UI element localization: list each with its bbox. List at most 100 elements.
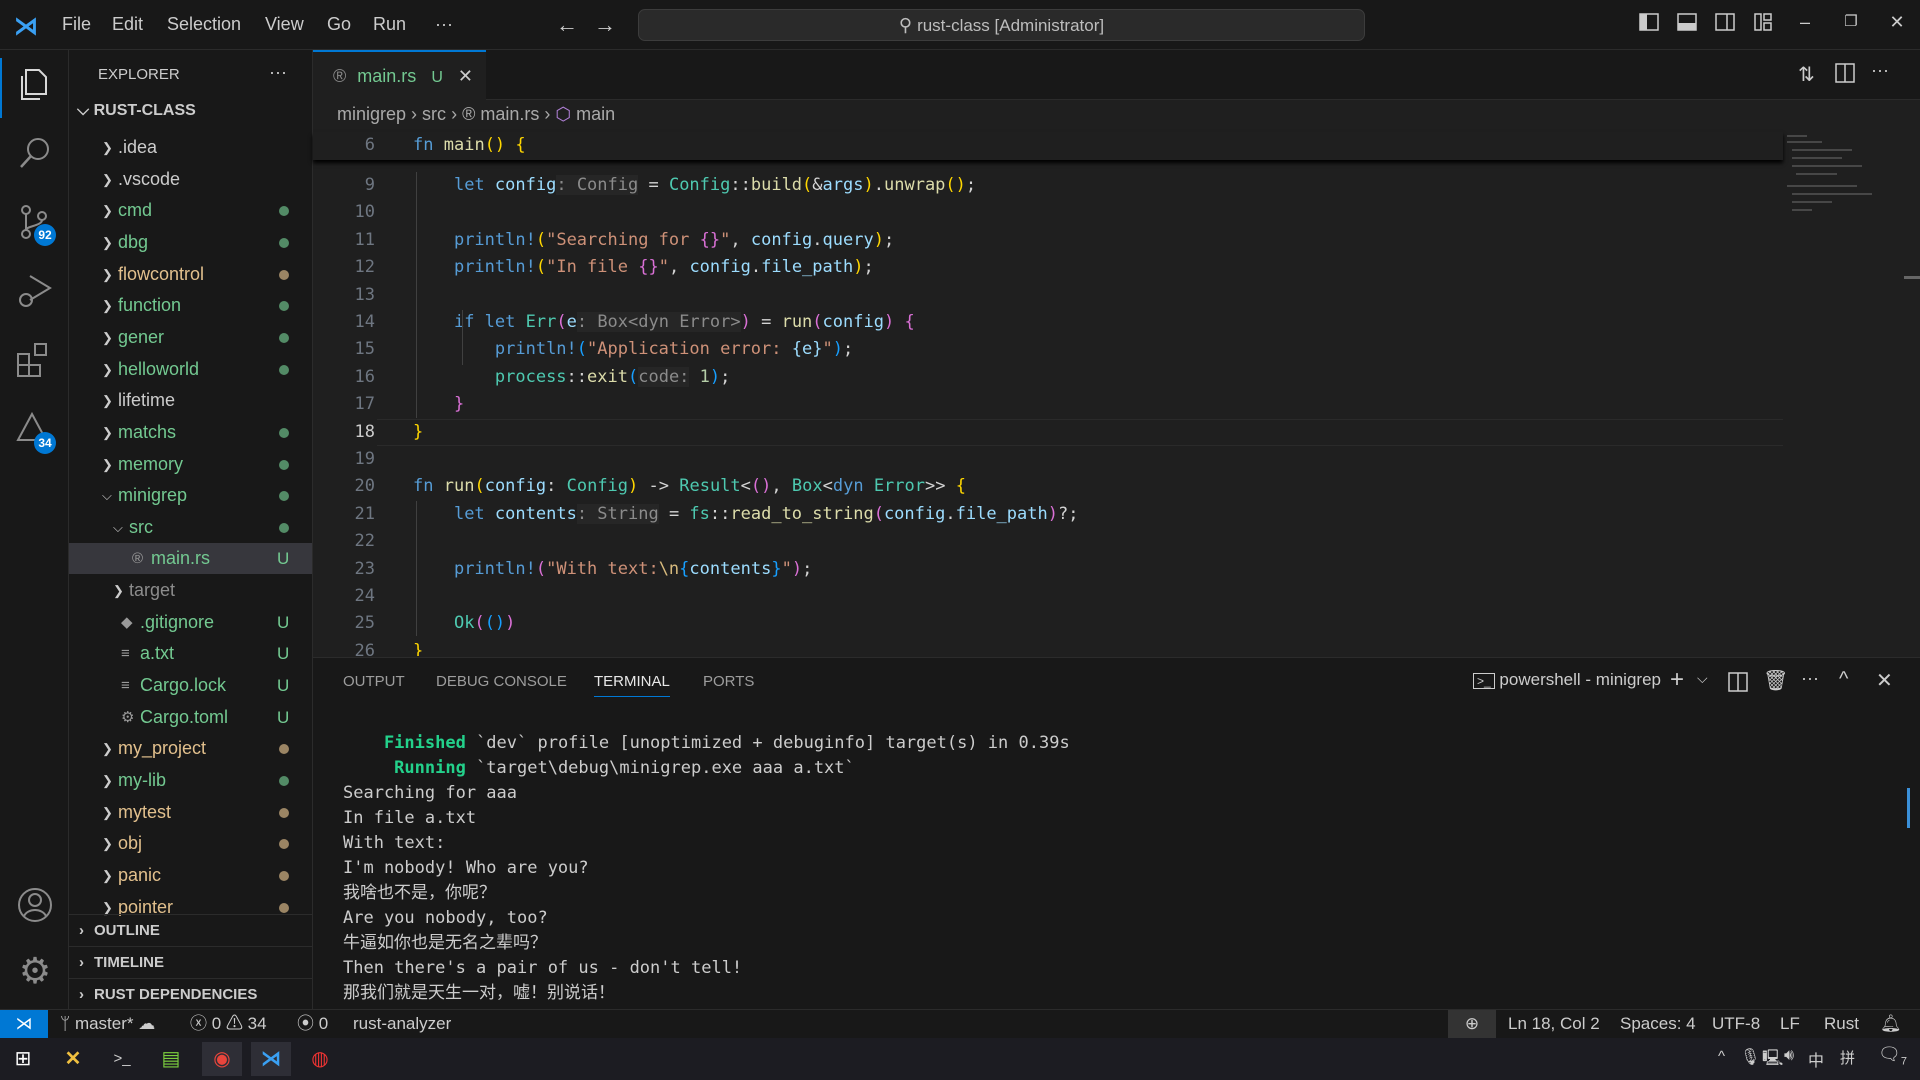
code-editor[interactable]: 9 let config: Config = Config::build(&ar… [313, 132, 1783, 656]
source-control-icon[interactable]: 92 [14, 202, 56, 246]
explorer-more-button[interactable]: ··· [269, 62, 287, 83]
tab-close-icon[interactable]: ✕ [458, 66, 473, 86]
tree-item-lifetime[interactable]: ❯ lifetime [69, 385, 312, 416]
branch-status[interactable]: ᛘ master* ☁ [60, 1010, 155, 1038]
minimap[interactable] [1782, 130, 1892, 230]
run-debug-icon[interactable] [14, 270, 56, 312]
menu-go[interactable]: Go [327, 14, 351, 35]
tree-item-gener[interactable]: ❯ gener [69, 322, 312, 353]
tray-overflow-icon[interactable]: ^ [1718, 1048, 1725, 1065]
tree-item-target[interactable]: ❯ target [69, 575, 312, 606]
tree-item-helloworld[interactable]: ❯ helloworld [69, 354, 312, 385]
maximize-panel-icon[interactable]: ^ [1839, 668, 1848, 691]
xmind-app-icon[interactable]: ✕ [53, 1042, 93, 1076]
toggle-primary-sidebar-icon[interactable] [1638, 12, 1660, 36]
open-changes-icon[interactable]: ⇅ [1798, 62, 1815, 87]
indentation[interactable]: Spaces: 4 [1620, 1010, 1696, 1038]
chrome-app-icon[interactable]: ◉ [202, 1042, 242, 1076]
end-of-line[interactable]: LF [1780, 1010, 1800, 1038]
tab-main-rs[interactable]: ® main.rs U ✕ [313, 50, 486, 100]
tree-item-dbg[interactable]: ❯ dbg [69, 227, 312, 258]
sticky-scroll-line[interactable]: 6 fn main() { [313, 132, 1783, 160]
tree-item--idea[interactable]: ❯ .idea [69, 132, 312, 163]
tree-item-cargo-toml[interactable]: ⚙ Cargo.toml U [69, 702, 312, 733]
menu-edit[interactable]: Edit [112, 14, 143, 35]
tree-item-a-txt[interactable]: ≡ a.txt U [69, 638, 312, 669]
customize-layout-icon[interactable] [1752, 12, 1774, 36]
toggle-panel-icon[interactable] [1676, 12, 1698, 36]
tree-item-cmd[interactable]: ❯ cmd [69, 195, 312, 226]
remote-indicator-icon[interactable]: ⋊ [0, 1010, 48, 1038]
search-icon[interactable] [14, 132, 56, 174]
obs-recording-icon[interactable]: ◍ [300, 1042, 340, 1076]
account-icon[interactable] [14, 884, 56, 926]
tree-item-main-rs[interactable]: ® main.rs U [69, 543, 312, 575]
tab-output[interactable]: OUTPUT [343, 673, 405, 690]
minimize-icon[interactable]: – [1794, 12, 1816, 36]
notepad-app-icon[interactable]: ▤ [151, 1042, 191, 1076]
split-terminal-icon[interactable] [1728, 672, 1748, 697]
rust-dependencies-section[interactable]: › RUST DEPENDENCIES [69, 978, 312, 1010]
new-terminal-icon[interactable]: + [1670, 666, 1684, 694]
breadcrumb-minigrep[interactable]: minigrep [337, 104, 406, 124]
tree-item-matchs[interactable]: ❯ matchs [69, 417, 312, 448]
tree-item-mytest[interactable]: ❯ mytest [69, 797, 312, 828]
breadcrumb-main-rs[interactable]: main.rs [480, 104, 539, 124]
tree-item-function[interactable]: ❯ function [69, 290, 312, 321]
tree-item-obj[interactable]: ❯ obj [69, 828, 312, 859]
menu-more[interactable]: ··· [435, 14, 453, 35]
windows-start-icon[interactable]: ⊞ [3, 1042, 43, 1076]
ime-layout[interactable]: 拼 [1840, 1047, 1855, 1068]
network-icon[interactable]: 🖳 [1762, 1047, 1783, 1074]
encoding[interactable]: UTF-8 [1712, 1010, 1760, 1038]
menu-view[interactable]: View [265, 14, 304, 35]
settings-gear-icon[interactable]: ⚙ [14, 950, 56, 992]
restore-icon[interactable]: ❐ [1840, 12, 1862, 36]
tree-item-memory[interactable]: ❯ memory [69, 449, 312, 480]
tree-item-minigrep[interactable]: ⌵ minigrep [69, 480, 312, 511]
tree-item-src[interactable]: ⌵ src [69, 512, 312, 543]
cursor-position[interactable]: Ln 18, Col 2 [1508, 1010, 1600, 1038]
toggle-secondary-sidebar-icon[interactable] [1714, 12, 1736, 36]
chevron-down-icon[interactable]: ⌵ [1697, 670, 1708, 687]
problems-status[interactable]: ⓧ 0 ⚠ 34 [190, 1010, 267, 1038]
tab-terminal[interactable]: TERMINAL [594, 673, 670, 697]
close-panel-icon[interactable]: ✕ [1876, 668, 1893, 693]
breadcrumb-src[interactable]: src [422, 104, 446, 124]
menu-run[interactable]: Run [373, 14, 406, 35]
tree-item-cargo-lock[interactable]: ≡ Cargo.lock U [69, 670, 312, 701]
command-center-search[interactable]: ⚲ rust-class [Administrator] [638, 9, 1365, 41]
vscode-app-icon[interactable]: ⋊ [251, 1042, 291, 1076]
forward-arrow-icon[interactable]: → [594, 12, 616, 37]
menu-selection[interactable]: Selection [167, 14, 241, 35]
volume-icon[interactable]: 🔊︎ [1784, 1047, 1794, 1065]
breadcrumb-main-fn[interactable]: main [576, 104, 615, 124]
problems-icon[interactable]: 34 [14, 410, 56, 454]
rust-analyzer-status[interactable]: rust-analyzer [353, 1010, 451, 1038]
terminal-instance[interactable]: >_ powershell - minigrep [1473, 670, 1661, 690]
notification-center-icon[interactable]: 🗨7 [1878, 1044, 1907, 1068]
tree-item--gitignore[interactable]: ◆ .gitignore U [69, 607, 312, 638]
outline-section[interactable]: › OUTLINE [69, 914, 312, 946]
menu-file[interactable]: File [62, 14, 91, 35]
editor-more-icon[interactable]: ··· [1871, 60, 1889, 81]
tree-item-my-project[interactable]: ❯ my_project [69, 733, 312, 764]
language-mode[interactable]: Rust [1824, 1010, 1859, 1038]
tab-debug-console[interactable]: DEBUG CONSOLE [436, 673, 567, 690]
tree-item--vscode[interactable]: ❯ .vscode [69, 164, 312, 195]
close-window-icon[interactable]: ✕ [1886, 12, 1908, 36]
tree-item-my-lib[interactable]: ❯ my-lib [69, 765, 312, 796]
ports-status[interactable]: ⦿ 0 [297, 1010, 328, 1038]
notifications-bell-icon[interactable]: 🔔︎ [1880, 1010, 1902, 1038]
tab-ports[interactable]: PORTS [703, 673, 754, 690]
trash-icon[interactable]: 🗑 [1763, 668, 1788, 693]
split-editor-icon[interactable] [1835, 62, 1855, 89]
back-arrow-icon[interactable]: ← [556, 12, 578, 37]
terminal-output[interactable]: Finished `dev` profile [unoptimized + de… [313, 731, 1873, 1006]
timeline-section[interactable]: › TIMELINE [69, 946, 312, 978]
ime-mode[interactable]: 中 [1808, 1047, 1824, 1071]
tree-item-flowcontrol[interactable]: ❯ flowcontrol [69, 259, 312, 290]
microphone-icon[interactable]: 🎙︎ [1740, 1047, 1760, 1067]
extensions-icon[interactable] [14, 340, 56, 382]
terminal-app-icon[interactable]: >_ [102, 1042, 142, 1076]
